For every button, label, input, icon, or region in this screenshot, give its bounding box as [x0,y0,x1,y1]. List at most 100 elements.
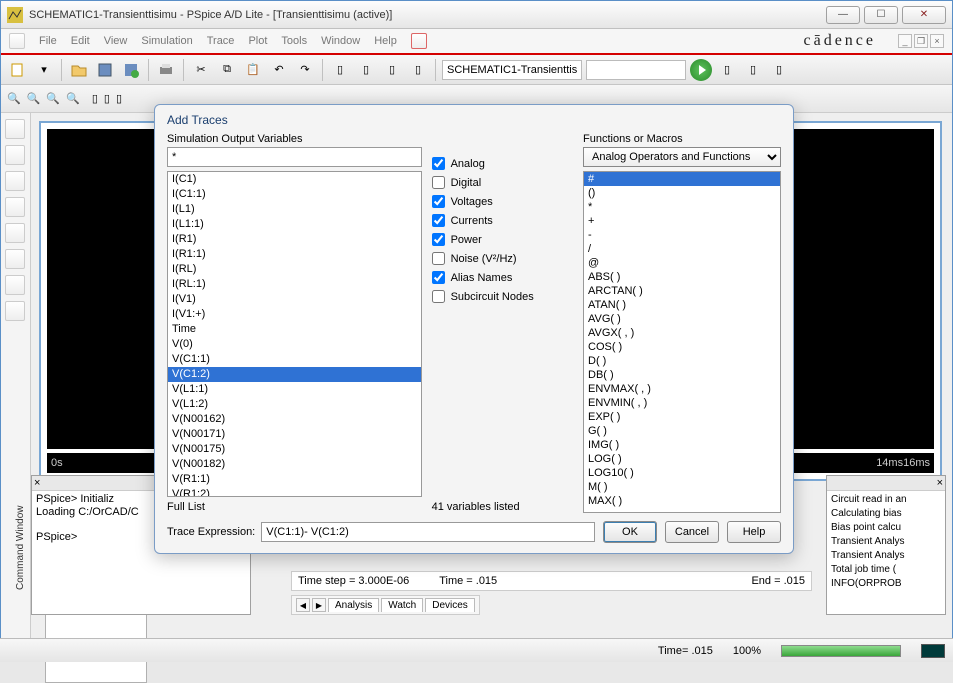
variable-item[interactable]: V(N00182) [168,457,421,472]
toolbar-icon-f[interactable]: ▯ [742,59,764,81]
zoom-in-icon[interactable]: 🔍 [7,92,21,105]
cut-icon[interactable]: ✂ [190,59,212,81]
check-noise[interactable]: Noise (V²/Hz) [432,252,573,265]
function-item[interactable]: COS( ) [584,340,780,354]
variable-filter-input[interactable] [167,147,422,167]
new-icon[interactable] [7,59,29,81]
function-item[interactable]: @ [584,256,780,270]
messages-list[interactable]: Circuit read in anCalculating biasBias p… [827,491,945,593]
tabs-next-icon[interactable]: ▶ [312,598,326,612]
undo-icon[interactable]: ↶ [268,59,290,81]
tab-devices[interactable]: Devices [425,598,475,612]
side-icon-7[interactable] [5,275,25,295]
menu-window[interactable]: Window [321,35,360,47]
cmd-close-icon[interactable]: × [34,477,40,489]
function-item[interactable]: ENVMAX( , ) [584,382,780,396]
run-button[interactable] [690,59,712,81]
function-item[interactable]: LOG10( ) [584,466,780,480]
variable-item[interactable]: I(L1) [168,202,421,217]
cancel-button[interactable]: Cancel [665,521,719,543]
log-y-icon[interactable]: ▯ [104,92,110,105]
cascade-icon[interactable] [411,33,427,49]
toolbar-icon-c[interactable]: ▯ [381,59,403,81]
menu-tools[interactable]: Tools [281,35,307,47]
zoom-out-icon[interactable]: 🔍 [27,92,41,105]
menu-help[interactable]: Help [374,35,397,47]
variable-item[interactable]: I(C1) [168,172,421,187]
function-item[interactable]: AVG( ) [584,312,780,326]
side-icon-3[interactable] [5,171,25,191]
check-currents[interactable]: Currents [432,214,573,227]
save-icon[interactable] [94,59,116,81]
schematic-dropdown[interactable] [442,60,582,80]
toolbar-icon-a[interactable]: ▯ [329,59,351,81]
function-item[interactable]: + [584,214,780,228]
minimize-button[interactable]: — [826,6,860,24]
menu-plot[interactable]: Plot [248,35,267,47]
menu-view[interactable]: View [104,35,128,47]
menu-file[interactable]: File [39,35,57,47]
msgs-close-icon[interactable]: × [937,477,943,489]
side-icon-5[interactable] [5,223,25,243]
side-icon-4[interactable] [5,197,25,217]
function-item[interactable]: * [584,200,780,214]
variable-item[interactable]: I(V1) [168,292,421,307]
function-item[interactable]: MAX( ) [584,494,780,508]
functions-dropdown[interactable]: Analog Operators and Functions [583,147,781,167]
functions-listbox[interactable]: #()*+-/@ABS( )ARCTAN( )ATAN( )AVG( )AVGX… [583,171,781,513]
tab-watch[interactable]: Watch [381,598,423,612]
side-icon-1[interactable] [5,119,25,139]
variable-item[interactable]: V(C1:1) [168,352,421,367]
variable-item[interactable]: V(L1:1) [168,382,421,397]
function-item[interactable]: / [584,242,780,256]
zoom-fit-icon[interactable]: 🔍 [66,92,80,105]
function-item[interactable]: # [584,172,780,186]
variable-item[interactable]: I(R1:1) [168,247,421,262]
function-item[interactable]: G( ) [584,424,780,438]
menu-trace[interactable]: Trace [207,35,235,47]
function-item[interactable]: ATAN( ) [584,298,780,312]
ok-button[interactable]: OK [603,521,657,543]
toolbar-empty-field[interactable] [586,60,686,80]
tab-analysis[interactable]: Analysis [328,598,379,612]
mdi-close-icon[interactable]: × [930,34,944,48]
help-button[interactable]: Help [727,521,781,543]
window-close-button[interactable]: ✕ [902,6,946,24]
variable-item[interactable]: V(R1:1) [168,472,421,487]
mdi-minimize-icon[interactable]: _ [898,34,912,48]
variable-item[interactable]: Time [168,322,421,337]
function-item[interactable]: () [584,186,780,200]
variable-item[interactable]: V(N00171) [168,427,421,442]
function-item[interactable]: ABS( ) [584,270,780,284]
check-analog[interactable]: Analog [432,157,573,170]
new-dd-icon[interactable]: ▾ [33,59,55,81]
variable-item[interactable]: I(C1:1) [168,187,421,202]
toolbar-icon-g[interactable]: ▯ [768,59,790,81]
copy-icon[interactable]: ⧉ [216,59,238,81]
check-subcircuit[interactable]: Subcircuit Nodes [432,290,573,303]
variable-item[interactable]: V(C1:2) [168,367,421,382]
function-item[interactable]: IMG( ) [584,438,780,452]
side-icon-8[interactable] [5,301,25,321]
check-power[interactable]: Power [432,233,573,246]
toolbar-icon-b[interactable]: ▯ [355,59,377,81]
variable-item[interactable]: I(RL) [168,262,421,277]
variable-item[interactable]: V(L1:2) [168,397,421,412]
function-item[interactable]: - [584,228,780,242]
open-icon[interactable] [68,59,90,81]
log-x-icon[interactable]: ▯ [92,92,98,105]
paste-icon[interactable]: 📋 [242,59,264,81]
function-item[interactable]: D( ) [584,354,780,368]
toolbar-icon-e[interactable]: ▯ [716,59,738,81]
function-item[interactable]: AVGX( , ) [584,326,780,340]
function-item[interactable]: ARCTAN( ) [584,284,780,298]
variable-item[interactable]: V(N00175) [168,442,421,457]
side-icon-6[interactable] [5,249,25,269]
function-item[interactable]: DB( ) [584,368,780,382]
function-item[interactable]: M( ) [584,480,780,494]
check-alias[interactable]: Alias Names [432,271,573,284]
save-plus-icon[interactable] [120,59,142,81]
tabs-prev-icon[interactable]: ◀ [296,598,310,612]
mdi-restore-icon[interactable]: ❐ [914,34,928,48]
variable-item[interactable]: I(RL:1) [168,277,421,292]
